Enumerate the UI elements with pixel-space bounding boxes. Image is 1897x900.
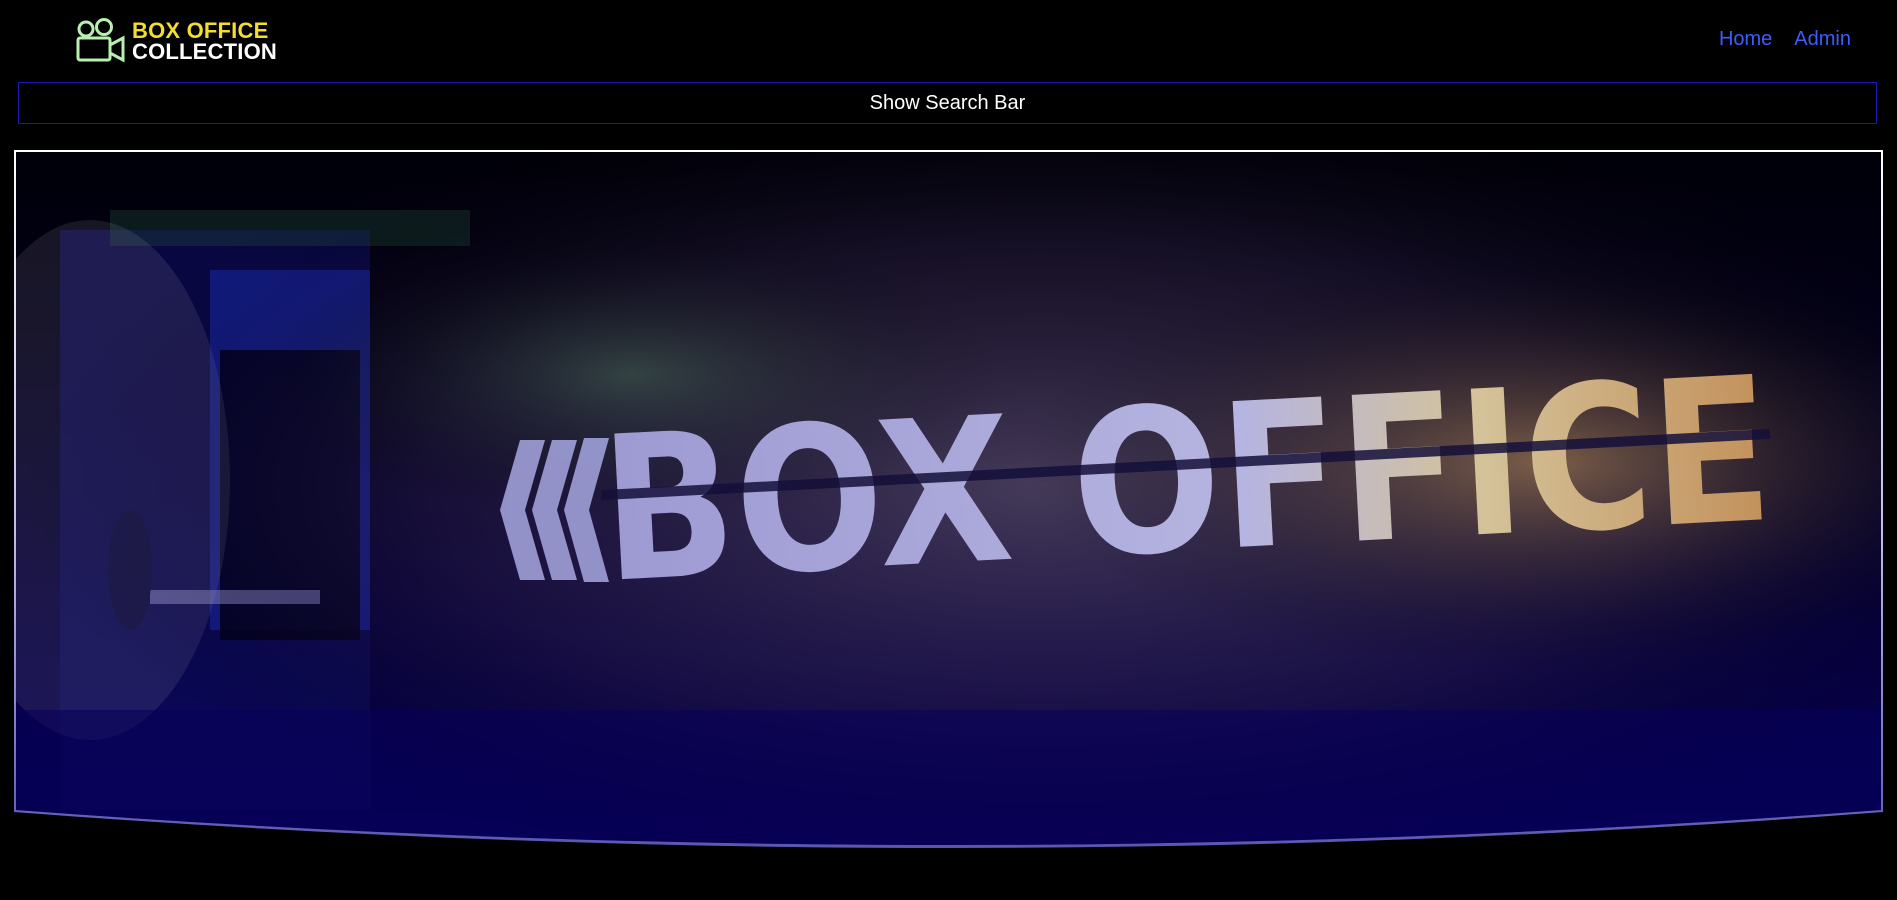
logo-text: BOX OFFICE COLLECTION: [132, 18, 277, 64]
hero-image: BOX OFFICE: [14, 150, 1883, 848]
nav-link-admin[interactable]: Admin: [1794, 28, 1851, 51]
site-logo[interactable]: BOX OFFICE COLLECTION: [74, 18, 277, 64]
movie-camera-icon: [76, 18, 125, 63]
navbar: BOX OFFICE COLLECTION Home Admin: [0, 0, 1897, 80]
nav-links: Home Admin: [1719, 28, 1851, 51]
logo-line-2: COLLECTION: [132, 39, 277, 64]
nav-link-home[interactable]: Home: [1719, 28, 1772, 51]
show-search-bar-button[interactable]: Show Search Bar: [18, 82, 1877, 124]
logo-line-1: BOX OFFICE: [132, 18, 269, 43]
hero-banner: BOX OFFICE: [0, 150, 1897, 900]
